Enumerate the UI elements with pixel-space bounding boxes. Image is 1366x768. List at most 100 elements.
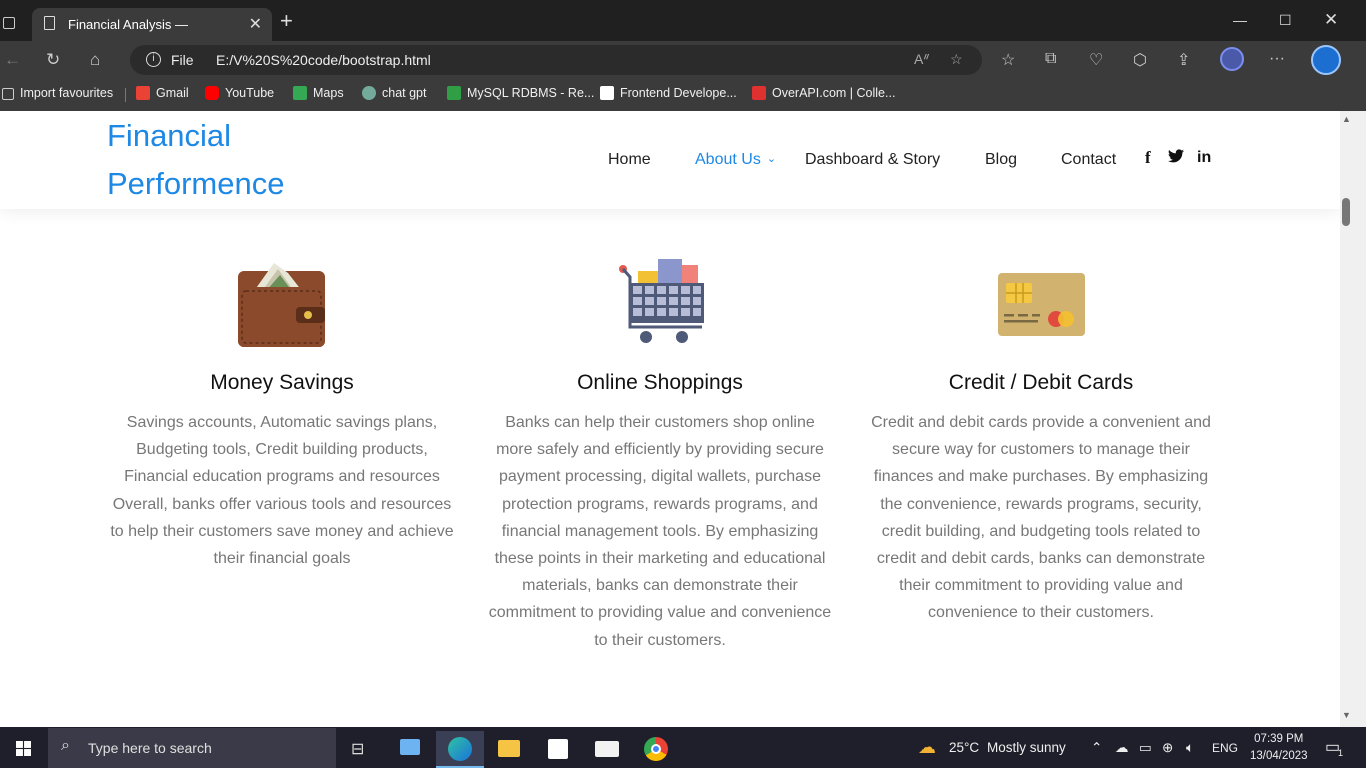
taskbar-app-file-explorer[interactable] [485,731,533,768]
bookmark-label: chat gpt [382,86,427,100]
home-icon[interactable]: ⌂ [90,50,100,70]
bookmark-maps[interactable]: Maps [293,86,344,100]
clock-time: 07:39 PM [1254,733,1304,745]
chevron-up-icon[interactable]: ⌃ [1091,740,1102,756]
twitter-bird-svg [1168,149,1184,163]
edge-icon [448,737,472,761]
nav-about-us[interactable]: About Us ⌄ [695,151,776,169]
bookmarks-bar: Import favourites Gmail YouTube Maps cha… [0,79,1366,111]
tab-financial-analysis[interactable]: Financial Analysis — ✕ [32,8,272,41]
feature-title: Money Savings [210,371,354,394]
chatgpt-icon [362,86,376,100]
address-bar[interactable]: i File E:/V%20S%20code/bootstrap.html Aᐥ… [130,45,982,75]
profile-avatar[interactable] [1220,47,1244,71]
folder-icon [498,740,520,757]
cloud-icon[interactable]: ☁ [1115,740,1129,756]
minimize-button[interactable]: ― [1233,12,1247,28]
new-tab-button[interactable]: + [280,10,293,32]
bookmark-chat-gpt[interactable]: chat gpt [362,86,426,100]
feature-online-shoppings: Online Shoppings Banks can help their cu… [486,371,834,654]
scrollbar-thumb[interactable] [1342,198,1350,226]
tab-actions-icon[interactable] [3,17,15,29]
collections-icon[interactable]: ⧉ [1045,50,1056,68]
bookmark-label: Import favourites [20,86,114,100]
read-aloud-icon[interactable]: Aᐥ [914,51,930,68]
chrome-center-icon [651,744,661,754]
taskbar-app-mail-desktop[interactable] [386,731,434,768]
nav-contact[interactable]: Contact [1061,151,1116,169]
url-text[interactable]: E:/V%20S%20code/bootstrap.html [216,52,431,68]
bookmark-youtube[interactable]: YouTube [205,86,274,100]
site-info-icon[interactable]: i [146,52,161,67]
bookmark-frontend[interactable]: Frontend Develope... [600,86,737,100]
language-indicator[interactable]: ENG [1212,741,1238,755]
twitter-icon[interactable] [1168,149,1184,167]
scroll-up-arrow-icon[interactable]: ▲ [1342,114,1351,124]
back-icon[interactable]: ← [4,50,21,70]
bookmark-label: Gmail [156,86,189,100]
wallet-icon [238,263,325,347]
task-view-button[interactable]: ⊟ [337,731,385,768]
brand-line-1: Financial [107,118,232,153]
frontend-icon [600,86,614,100]
taskbar-app-edge[interactable] [436,731,484,768]
task-view-icon: ⊟ [351,741,365,758]
feature-credit-debit-cards: Credit / Debit Cards Credit and debit ca… [867,371,1215,627]
weather-temp[interactable]: 25°C [949,740,979,755]
feature-text: Banks can help their customers shop onli… [488,414,832,649]
search-placeholder: Type here to search [88,740,212,756]
bookmark-import-favourites[interactable]: Import favourites [2,86,113,100]
close-window-button[interactable]: ✕ [1324,10,1338,30]
chevron-down-icon: ⌄ [766,153,777,165]
bookmark-overapi[interactable]: OverAPI.com | Colle... [752,86,895,100]
feature-title: Credit / Debit Cards [948,371,1134,394]
battery-icon[interactable]: ▭ [1139,740,1152,756]
volume-icon[interactable]: 🔈︎ [1186,740,1194,756]
credit-card-icon [998,273,1085,336]
overapi-icon [752,86,766,100]
nav-about-us-label: About Us [695,151,761,168]
bookmark-label: Frontend Develope... [620,86,737,100]
add-favourite-icon[interactable]: ☆ [950,51,963,68]
maximize-button[interactable]: ☐ [1279,12,1292,29]
desktop-app-icon [400,739,420,755]
extensions-icon[interactable]: ⬡ [1133,50,1147,70]
taskbar-app-store[interactable] [534,731,582,768]
weather-desc[interactable]: Mostly sunny [987,740,1066,755]
tab-close-icon[interactable]: ✕ [249,14,262,34]
bookmark-gmail[interactable]: Gmail [136,86,189,100]
refresh-icon[interactable]: ↻ [46,50,60,70]
site-header: Financial Performence Home About Us ⌄ Das… [0,111,1340,209]
windows-start-icon[interactable] [16,741,31,756]
feature-text: Savings accounts, Automatic savings plan… [110,414,454,568]
site-brand[interactable]: Financial Performence [107,112,307,208]
more-options-icon[interactable]: ··· [1269,50,1285,68]
store-icon [548,739,568,759]
taskbar-app-chrome[interactable] [632,731,680,768]
shopping-cart-icon [619,259,704,343]
share-icon[interactable]: ⇪ [1177,50,1190,70]
bookmark-label: YouTube [225,86,275,100]
facebook-icon[interactable]: f [1145,148,1151,168]
bookmark-label: Maps [313,86,344,100]
favourites-icon[interactable]: ☆ [1001,50,1015,70]
notification-count: 1 [1338,748,1344,758]
system-clock[interactable]: 07:39 PM 13/04/2023 [1250,731,1308,765]
bookmark-separator [125,88,126,102]
maps-icon [293,86,307,100]
nav-dashboard-story[interactable]: Dashboard & Story [805,151,940,169]
scroll-down-arrow-icon[interactable]: ▼ [1342,710,1351,720]
health-icon[interactable]: ♡ [1089,50,1103,70]
bing-copilot-icon[interactable] [1311,45,1341,75]
bookmark-mysql[interactable]: MySQL RDBMS - Re... [447,86,594,100]
nav-home[interactable]: Home [608,151,651,169]
feature-money-savings: Money Savings Savings accounts, Automati… [108,371,456,572]
nav-blog[interactable]: Blog [985,151,1017,169]
taskbar-search[interactable]: ⌕ Type here to search [48,728,336,768]
feature-text: Credit and debit cards provide a conveni… [871,414,1211,622]
linkedin-icon[interactable]: in [1197,149,1211,167]
taskbar-app-mail[interactable] [583,731,631,768]
network-icon[interactable]: ⊕ [1162,740,1173,756]
weather-icon[interactable]: ☁ [918,737,936,758]
browser-tab-strip: Financial Analysis — ✕ + ― ☐ ✕ [0,0,1366,41]
